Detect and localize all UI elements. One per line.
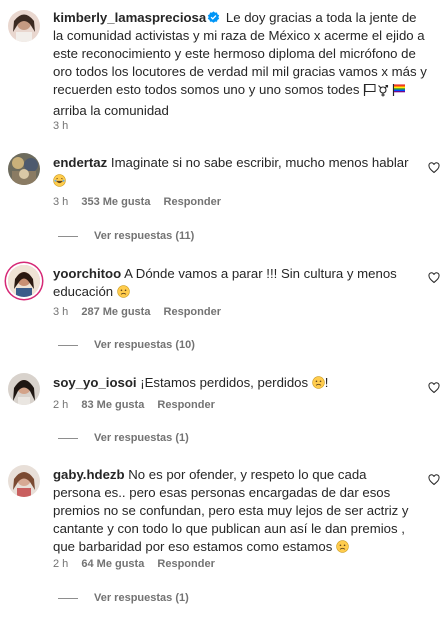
- heart-icon[interactable]: [428, 474, 440, 486]
- heart-icon[interactable]: [428, 272, 440, 284]
- comment-body: yoorchitoo A Dónde vamos a parar !!! Sin…: [53, 265, 413, 301]
- laughing-face-icon: [53, 174, 66, 187]
- flag-icons: [363, 83, 407, 102]
- comment-time: 2 h: [53, 399, 69, 411]
- comment-username[interactable]: gaby.hdezb: [53, 467, 125, 482]
- comment-username[interactable]: yoorchitoo: [53, 266, 121, 281]
- comment-time: 3 h: [53, 196, 69, 208]
- avatar[interactable]: [8, 465, 40, 497]
- comment-time: 2 h: [53, 558, 69, 570]
- avatar[interactable]: [8, 10, 40, 42]
- caption-body: kimberly_lamaspreciosa Le doy gracias a …: [53, 9, 428, 120]
- likes-count[interactable]: 64 Me gusta: [81, 558, 144, 570]
- avatar[interactable]: [8, 153, 40, 185]
- comment-meta: 3 h 353 Me gusta Responder: [53, 196, 231, 208]
- avatar[interactable]: [8, 373, 40, 405]
- likes-count[interactable]: 83 Me gusta: [81, 399, 144, 411]
- comment-body: endertaz Imaginate si no sabe escribir, …: [53, 154, 413, 190]
- likes-count[interactable]: 287 Me gusta: [81, 306, 150, 318]
- reply-button[interactable]: Responder: [164, 306, 221, 318]
- divider-line: [58, 437, 78, 439]
- view-replies-label: Ver respuestas (1): [94, 432, 189, 444]
- rainbow-flag-icon: [393, 84, 406, 96]
- verified-badge-icon: [208, 11, 220, 23]
- sad-face-icon: [336, 540, 349, 553]
- view-replies-button[interactable]: Ver respuestas (10): [58, 339, 195, 351]
- divider-line: [58, 597, 78, 599]
- comment-body: soy_yo_iosoi ¡Estamos perdidos, perdidos…: [53, 374, 413, 392]
- sad-face-icon: [117, 285, 130, 298]
- view-replies-label: Ver respuestas (11): [94, 230, 195, 242]
- divider-line: [58, 235, 78, 237]
- view-replies-label: Ver respuestas (1): [94, 592, 189, 604]
- reply-button[interactable]: Responder: [164, 196, 221, 208]
- white-flag-icon: [364, 84, 376, 96]
- sad-face-icon: [312, 376, 325, 389]
- likes-count[interactable]: 353 Me gusta: [81, 196, 150, 208]
- caption-text-end: arriba la comunidad: [53, 103, 169, 118]
- caption-time: 3 h: [53, 120, 69, 132]
- heart-icon[interactable]: [428, 162, 440, 174]
- view-replies-button[interactable]: Ver respuestas (1): [58, 592, 189, 604]
- heart-icon[interactable]: [428, 382, 440, 394]
- reply-button[interactable]: Responder: [157, 399, 214, 411]
- avatar[interactable]: [8, 265, 40, 297]
- reply-button[interactable]: Responder: [157, 558, 214, 570]
- comment-meta: 3 h 287 Me gusta Responder: [53, 306, 231, 318]
- caption-username[interactable]: kimberly_lamaspreciosa: [53, 10, 206, 25]
- comment-text: Imaginate si no sabe escribir, mucho men…: [110, 155, 409, 170]
- comment-meta: 2 h 83 Me gusta Responder: [53, 399, 225, 411]
- comment-meta: 2 h 64 Me gusta Responder: [53, 558, 225, 570]
- view-replies-button[interactable]: Ver respuestas (1): [58, 432, 189, 444]
- comment-text: ¡Estamos perdidos, perdidos: [140, 375, 309, 390]
- view-replies-label: Ver respuestas (10): [94, 339, 195, 351]
- comment-text-end: !: [324, 375, 329, 390]
- view-replies-button[interactable]: Ver respuestas (11): [58, 230, 194, 242]
- comment-username[interactable]: soy_yo_iosoi: [53, 375, 137, 390]
- transgender-symbol-icon: [378, 84, 389, 97]
- caption-meta: 3 h: [53, 120, 78, 132]
- divider-line: [58, 344, 78, 346]
- comment-username[interactable]: endertaz: [53, 155, 107, 170]
- comment-body: gaby.hdezb No es por ofender, y respeto …: [53, 466, 417, 556]
- comment-time: 3 h: [53, 306, 69, 318]
